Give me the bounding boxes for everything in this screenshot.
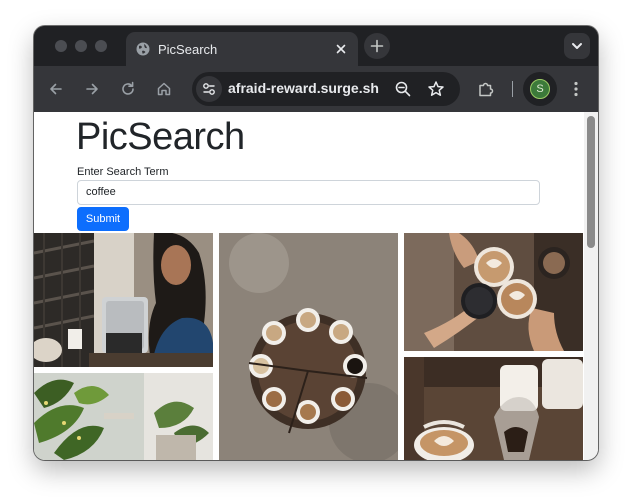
zoom-out-icon[interactable] bbox=[394, 80, 412, 98]
result-photo-plants[interactable] bbox=[34, 373, 213, 460]
globe-icon bbox=[136, 42, 150, 56]
plus-icon bbox=[370, 39, 384, 53]
result-image bbox=[219, 233, 398, 460]
tab-search-button[interactable] bbox=[564, 33, 590, 59]
result-photo-coffee-table[interactable] bbox=[219, 233, 398, 460]
result-photo-woman-laptop[interactable] bbox=[34, 233, 213, 367]
search-input[interactable]: coffee bbox=[77, 180, 540, 205]
result-photo-latte-carafe[interactable] bbox=[404, 357, 583, 460]
browser-window: PicSearch afraid-reward.surge.sh S PicSe… bbox=[34, 26, 598, 460]
chevron-down-icon bbox=[572, 43, 582, 49]
result-photo-cappuccino-toast[interactable] bbox=[404, 233, 583, 351]
site-info-button[interactable] bbox=[196, 76, 222, 102]
result-image bbox=[404, 233, 583, 351]
browser-toolbar: afraid-reward.surge.sh S bbox=[34, 66, 598, 112]
page-scrollbar[interactable] bbox=[584, 112, 598, 460]
star-icon[interactable] bbox=[426, 79, 446, 99]
submit-button[interactable]: Submit bbox=[77, 207, 129, 231]
result-image bbox=[34, 233, 213, 367]
reload-icon[interactable] bbox=[118, 79, 138, 99]
profile-button[interactable]: S bbox=[523, 72, 557, 106]
avatar: S bbox=[530, 79, 550, 99]
kebab-menu-icon[interactable] bbox=[566, 79, 586, 99]
scrollbar-thumb[interactable] bbox=[587, 116, 595, 248]
puzzle-icon[interactable] bbox=[476, 79, 496, 99]
url-text: afraid-reward.surge.sh bbox=[228, 80, 379, 96]
tab-strip: PicSearch bbox=[34, 26, 598, 66]
forward-arrow-icon[interactable] bbox=[82, 79, 102, 99]
window-zoom-control[interactable] bbox=[95, 40, 107, 52]
close-icon[interactable] bbox=[333, 41, 349, 57]
new-tab-button[interactable] bbox=[364, 33, 390, 59]
search-label: Enter Search Term bbox=[77, 166, 169, 178]
tune-icon bbox=[203, 83, 215, 95]
page-viewport: PicSearch Enter Search Term coffee Submi… bbox=[34, 112, 598, 460]
window-minimize-control[interactable] bbox=[75, 40, 87, 52]
tab-picsearch[interactable]: PicSearch bbox=[126, 32, 358, 66]
window-close-control[interactable] bbox=[55, 40, 67, 52]
home-icon[interactable] bbox=[154, 79, 174, 99]
page-title: PicSearch bbox=[76, 116, 245, 158]
result-image bbox=[34, 373, 213, 460]
tab-title: PicSearch bbox=[158, 42, 218, 57]
result-image bbox=[404, 357, 583, 460]
address-bar[interactable]: afraid-reward.surge.sh bbox=[192, 72, 460, 106]
back-arrow-icon[interactable] bbox=[46, 79, 66, 99]
toolbar-divider bbox=[512, 81, 513, 97]
